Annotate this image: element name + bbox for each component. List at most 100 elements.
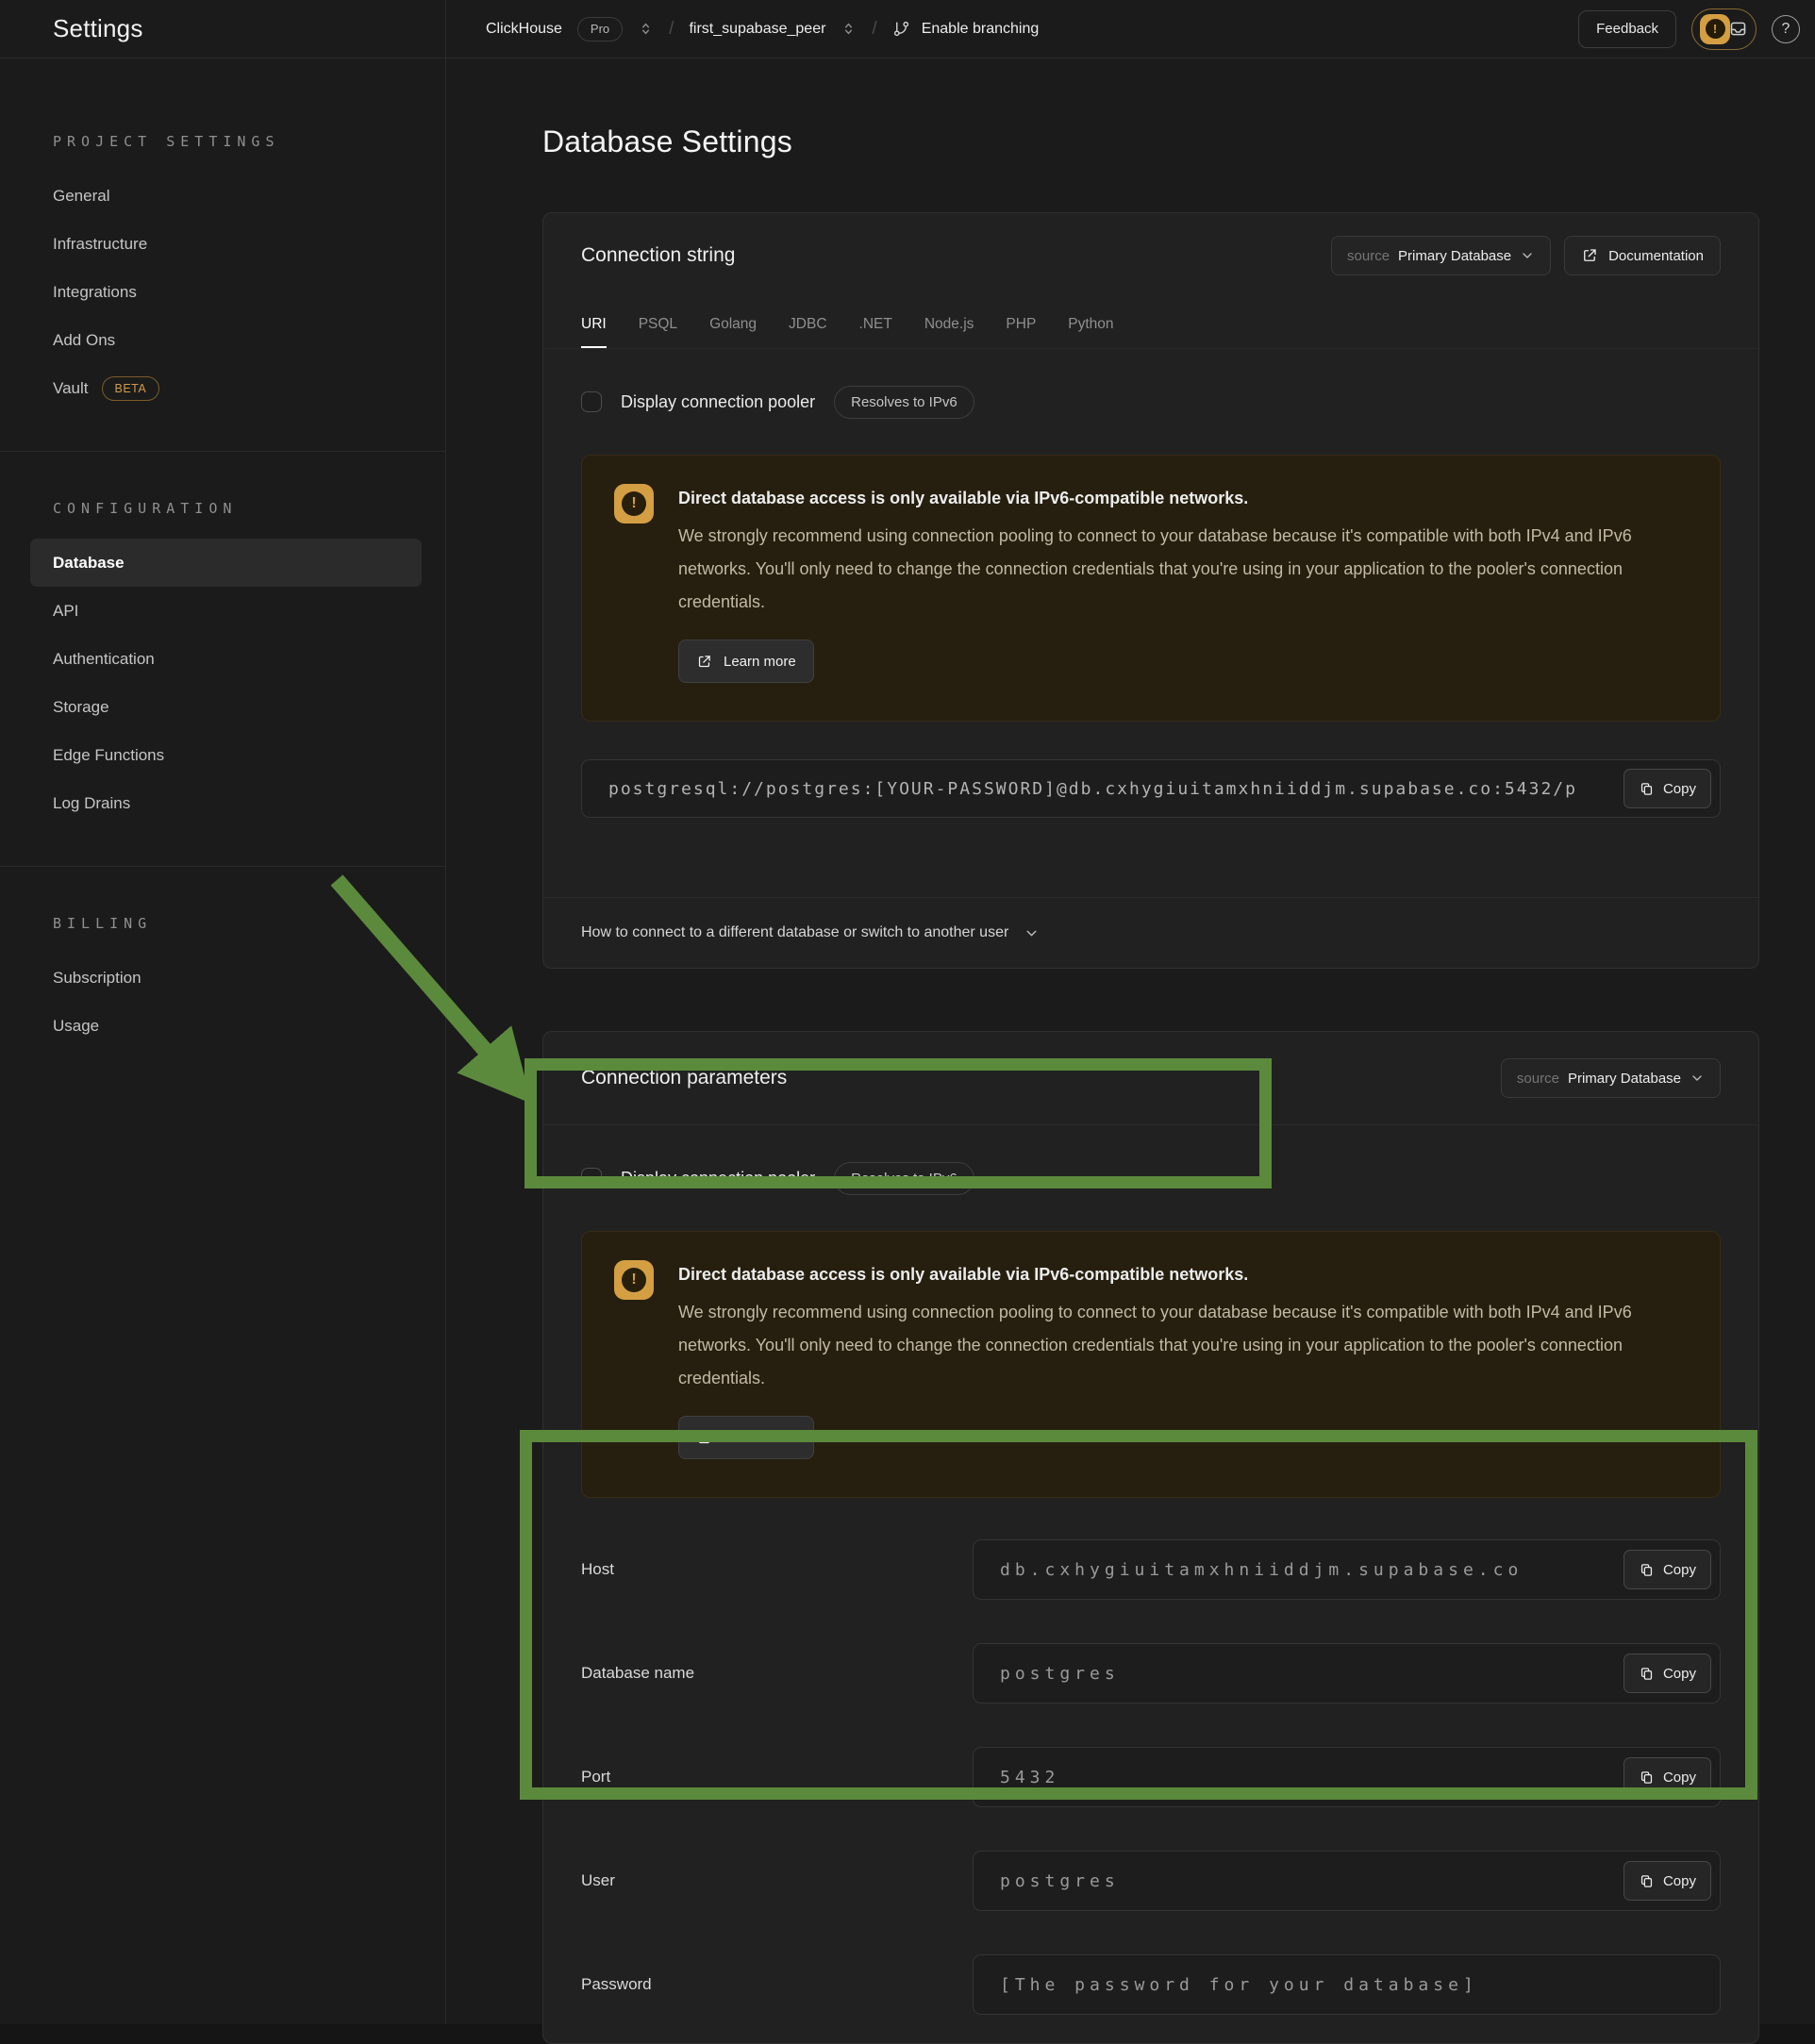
field-row-user: User postgres Copy <box>581 1851 1721 1911</box>
host-input[interactable]: db.cxhygiuitamxhniiddjm.supabase.co Copy <box>973 1539 1721 1600</box>
warning-icon: ! <box>614 484 654 523</box>
sidebar-item-api[interactable]: API <box>0 587 445 635</box>
copy-icon <box>1639 1666 1655 1682</box>
top-bar-actions: Feedback ! ? <box>1578 0 1815 58</box>
sidebar-item-log-drains[interactable]: Log Drains <box>0 779 445 827</box>
sidebar-item-general[interactable]: General <box>0 172 445 220</box>
display-connection-pooler-checkbox[interactable] <box>581 391 602 412</box>
password-input[interactable]: [The password for your database] <box>973 1954 1721 2015</box>
warning-title: Direct database access is only available… <box>678 1260 1688 1288</box>
field-label: Database name <box>581 1664 973 1683</box>
help-icon: ? <box>1782 21 1790 38</box>
connection-string-input[interactable]: postgresql://postgres:[YOUR-PASSWORD]@db… <box>581 759 1721 818</box>
tab-dotnet[interactable]: .NET <box>859 316 892 348</box>
ipv6-warning: ! Direct database access is only availab… <box>581 455 1721 722</box>
connect-help-toggle[interactable]: How to connect to a different database o… <box>543 897 1758 968</box>
main-panel: Database Settings Connection string sour… <box>446 58 1815 2024</box>
section-heading-billing: BILLING <box>0 912 445 935</box>
chevron-down-icon <box>1024 925 1040 941</box>
page-title: Database Settings <box>542 125 1759 159</box>
source-value: Primary Database <box>1568 1071 1681 1087</box>
tab-golang[interactable]: Golang <box>709 316 757 348</box>
project-switcher-icon[interactable] <box>841 21 857 37</box>
copy-icon <box>1639 1873 1655 1889</box>
source-select[interactable]: source Primary Database <box>1501 1058 1721 1098</box>
alert-icon: ! <box>1700 14 1730 44</box>
field-row-port: Port 5432 Copy <box>581 1747 1721 1807</box>
breadcrumb-org[interactable]: ClickHouse <box>486 21 562 38</box>
display-connection-pooler-checkbox[interactable] <box>581 1168 602 1188</box>
resolves-to-ipv6-badge: Resolves to IPv6 <box>834 1162 974 1195</box>
port-input[interactable]: 5432 Copy <box>973 1747 1721 1807</box>
top-bar: Settings ClickHouse Pro / first_supabase… <box>0 0 1815 58</box>
field-label: User <box>581 1871 973 1890</box>
sidebar-item-usage[interactable]: Usage <box>0 1002 445 1050</box>
user-input[interactable]: postgres Copy <box>973 1851 1721 1911</box>
feedback-button[interactable]: Feedback <box>1578 10 1676 48</box>
connection-string-value: postgresql://postgres:[YOUR-PASSWORD]@db… <box>608 779 1577 799</box>
sidebar-item-authentication[interactable]: Authentication <box>0 635 445 683</box>
source-select[interactable]: source Primary Database <box>1331 236 1551 275</box>
sidebar-item-edge-functions[interactable]: Edge Functions <box>0 731 445 779</box>
enable-branching-label: Enable branching <box>922 21 1040 38</box>
copy-port-button[interactable]: Copy <box>1624 1757 1711 1797</box>
sidebar-item-storage[interactable]: Storage <box>0 683 445 731</box>
copy-database-name-button[interactable]: Copy <box>1624 1653 1711 1693</box>
sidebar-item-subscription[interactable]: Subscription <box>0 954 445 1002</box>
tab-python[interactable]: Python <box>1068 316 1113 348</box>
warning-icon: ! <box>614 1260 654 1300</box>
learn-more-button[interactable]: Learn more <box>678 640 814 683</box>
sidebar-item-integrations[interactable]: Integrations <box>0 268 445 316</box>
page-header-title: Settings <box>53 14 143 43</box>
connection-parameters-card: Connection parameters source Primary Dat… <box>542 1031 1759 2044</box>
external-link-icon <box>696 654 712 670</box>
copy-user-button[interactable]: Copy <box>1624 1861 1711 1901</box>
tab-uri[interactable]: URI <box>581 316 607 348</box>
external-link-icon <box>696 1430 712 1446</box>
chevron-down-icon <box>1690 1071 1705 1086</box>
org-switcher-icon[interactable] <box>638 21 654 37</box>
connection-parameters-title: Connection parameters <box>581 1067 787 1089</box>
external-link-icon <box>1581 247 1598 264</box>
resolves-to-ipv6-badge: Resolves to IPv6 <box>834 386 974 419</box>
breadcrumb-separator: / <box>872 19 876 40</box>
copy-icon <box>1639 1562 1655 1578</box>
connection-string-title: Connection string <box>581 244 735 267</box>
field-label: Host <box>581 1560 973 1579</box>
tab-jdbc[interactable]: JDBC <box>789 316 826 348</box>
warning-title: Direct database access is only available… <box>678 484 1688 512</box>
ipv6-warning: ! Direct database access is only availab… <box>581 1231 1721 1498</box>
field-label: Port <box>581 1768 973 1786</box>
git-branch-icon <box>892 20 910 38</box>
org-plan-badge: Pro <box>577 17 623 42</box>
tab-nodejs[interactable]: Node.js <box>924 316 974 348</box>
breadcrumb-project[interactable]: first_supabase_peer <box>689 21 825 38</box>
connection-string-tabs: URI PSQL Golang JDBC .NET Node.js PHP Py… <box>543 298 1758 349</box>
copy-icon <box>1639 781 1655 797</box>
learn-more-button[interactable]: Learn more <box>678 1416 814 1459</box>
source-value: Primary Database <box>1398 248 1511 264</box>
field-row-password: Password [The password for your database… <box>581 1954 1721 2015</box>
copy-connection-string-button[interactable]: Copy <box>1624 769 1711 808</box>
section-heading-configuration: CONFIGURATION <box>0 497 445 520</box>
database-name-input[interactable]: postgres Copy <box>973 1643 1721 1703</box>
beta-badge: BETA <box>102 376 160 401</box>
sidebar-item-add-ons[interactable]: Add Ons <box>0 316 445 364</box>
warning-body: We strongly recommend using connection p… <box>678 520 1688 619</box>
inbox-icon <box>1728 19 1748 39</box>
chevron-down-icon <box>1520 248 1535 263</box>
copy-icon <box>1639 1770 1655 1786</box>
tab-psql[interactable]: PSQL <box>639 316 677 348</box>
notifications-button[interactable]: ! <box>1691 8 1757 50</box>
app-title-area: Settings <box>0 0 446 58</box>
sidebar-item-database[interactable]: Database <box>30 539 422 587</box>
sidebar-item-vault[interactable]: Vault BETA <box>0 364 445 412</box>
help-button[interactable]: ? <box>1772 15 1800 43</box>
documentation-button[interactable]: Documentation <box>1564 236 1721 275</box>
copy-host-button[interactable]: Copy <box>1624 1550 1711 1589</box>
field-label: Password <box>581 1975 973 1994</box>
sidebar-item-infrastructure[interactable]: Infrastructure <box>0 220 445 268</box>
enable-branching-button[interactable]: Enable branching <box>892 20 1040 38</box>
field-row-database-name: Database name postgres Copy <box>581 1643 1721 1703</box>
tab-php[interactable]: PHP <box>1006 316 1036 348</box>
